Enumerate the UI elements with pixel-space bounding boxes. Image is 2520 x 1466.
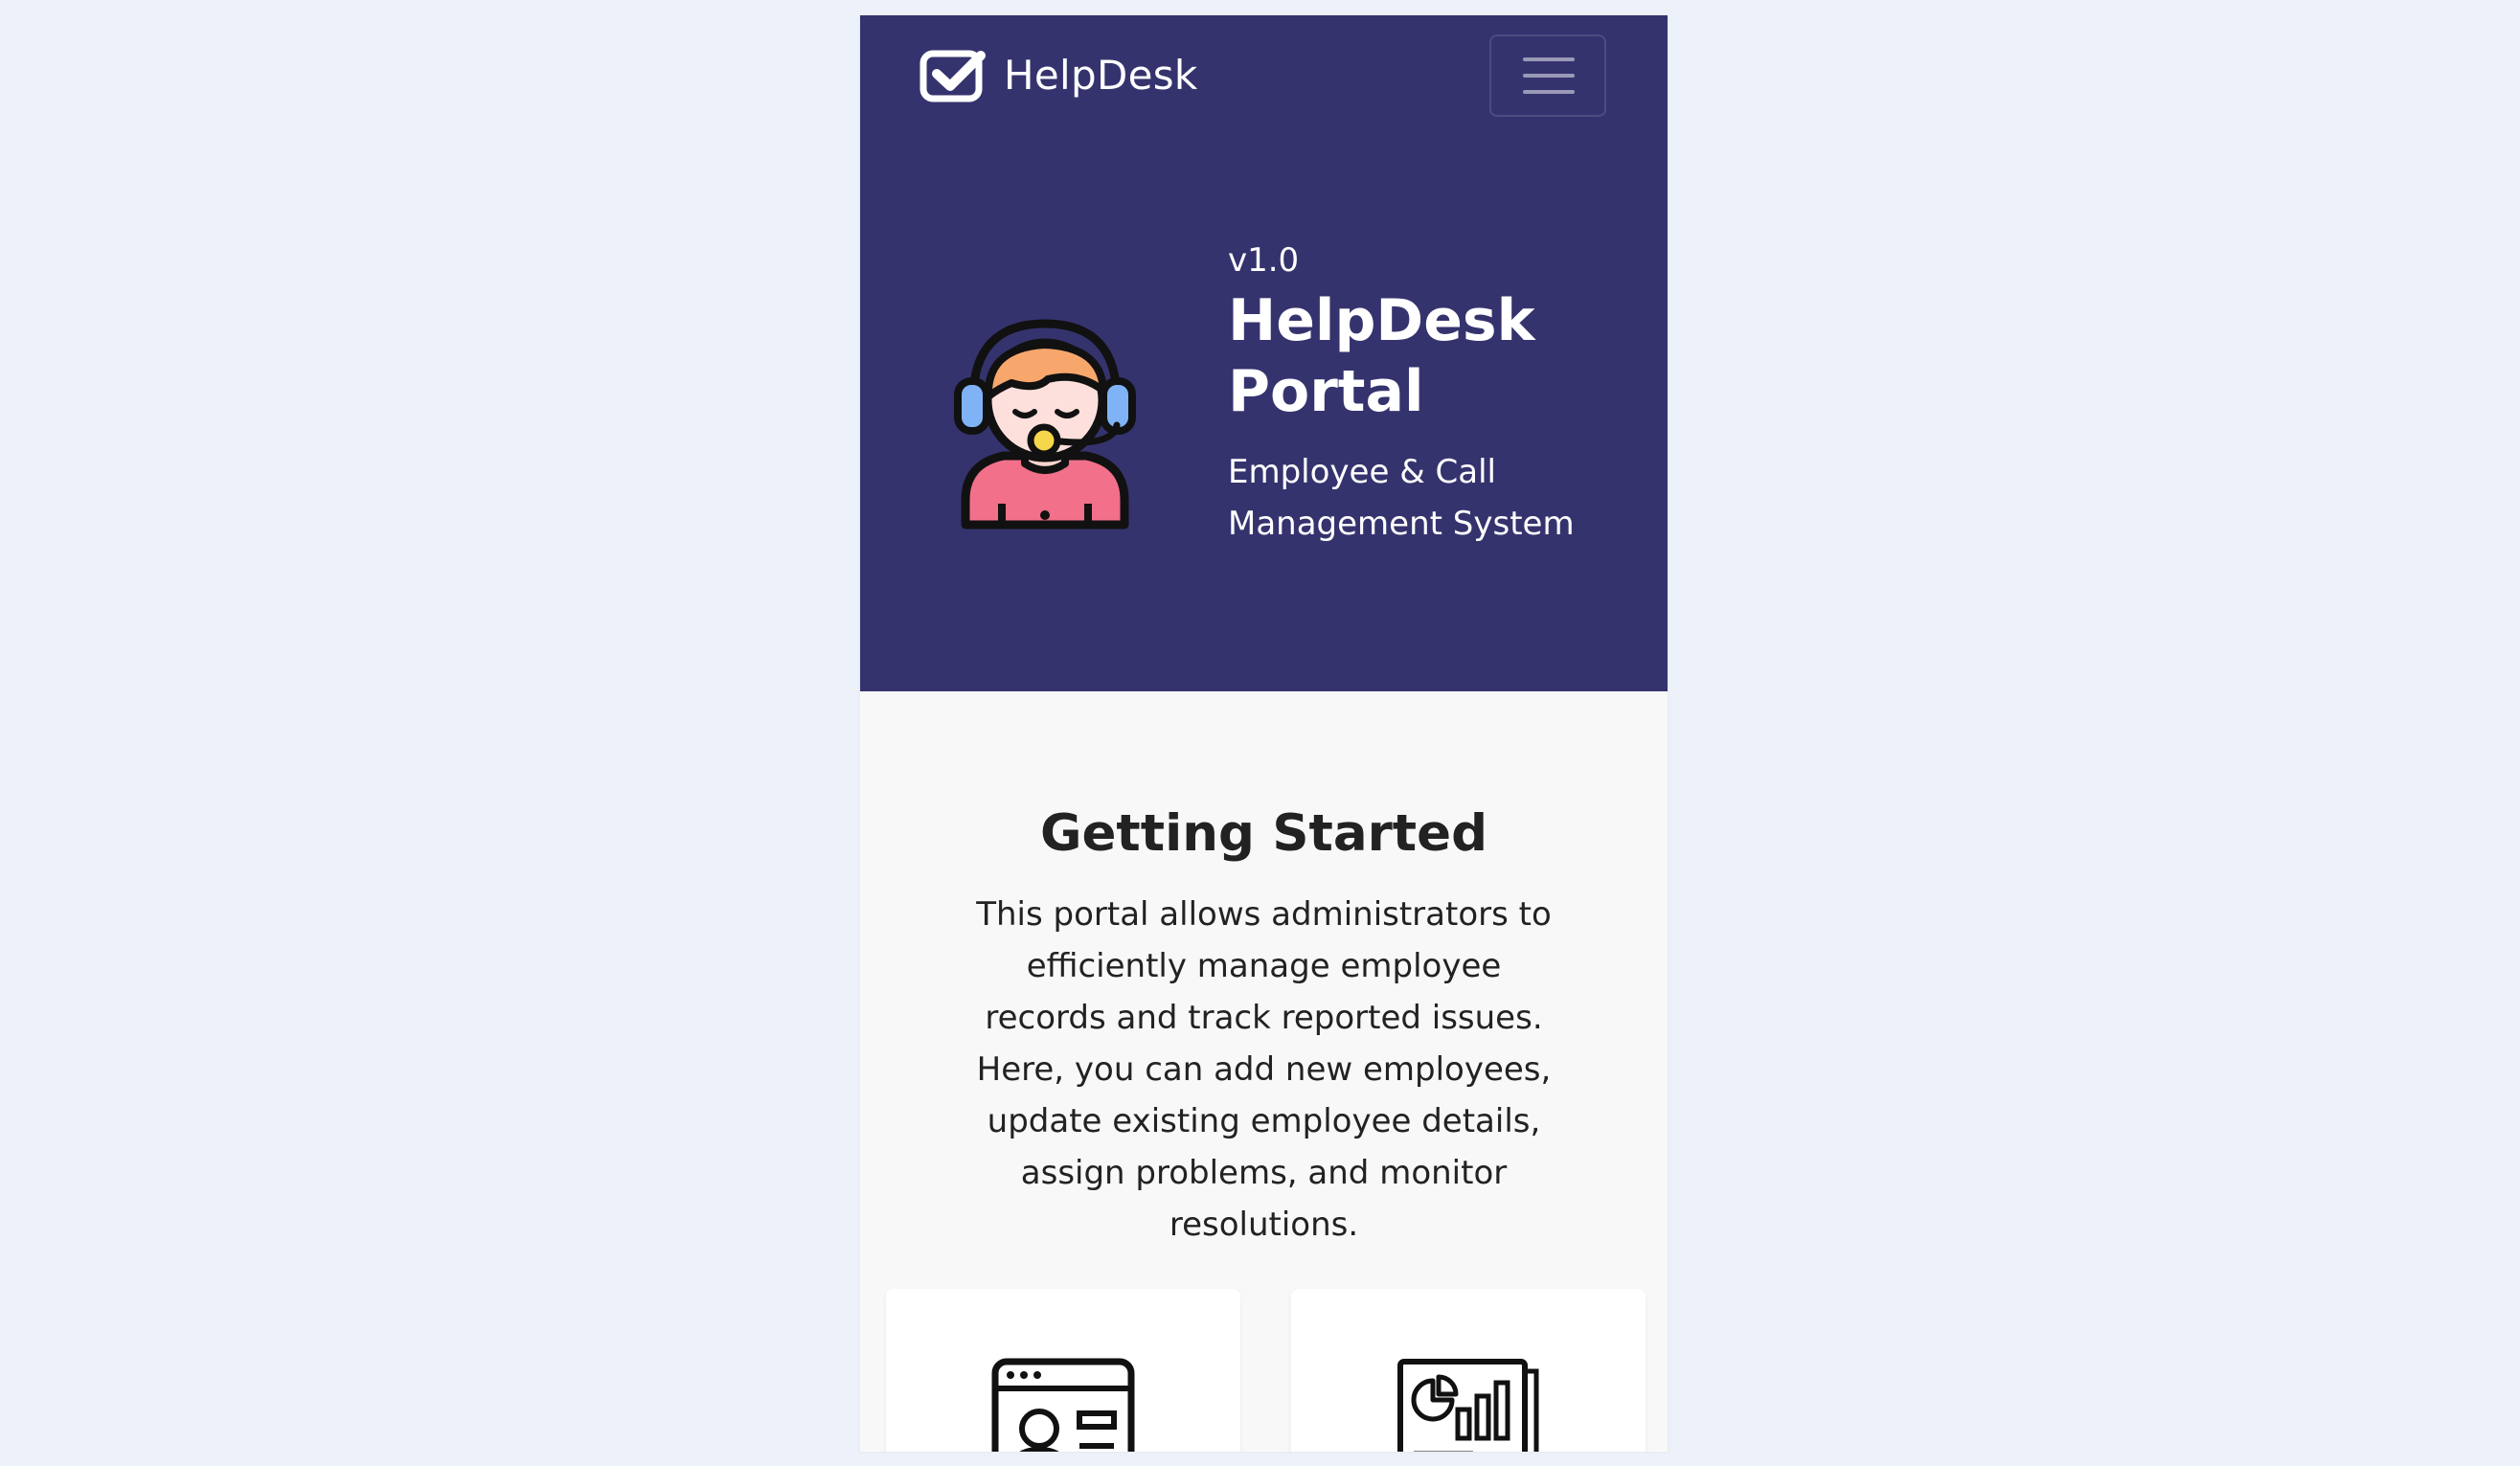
- hero-text-block: v1.0 HelpDesk Portal Employee & Call Man…: [1228, 241, 1630, 550]
- brand-link[interactable]: HelpDesk: [919, 48, 1198, 102]
- analytics-report-document-icon: [1397, 1359, 1539, 1452]
- hero-banner: v1.0 HelpDesk Portal Employee & Call Man…: [860, 138, 1668, 691]
- hero-title: HelpDesk Portal: [1228, 287, 1535, 425]
- checkbox-check-icon: [919, 50, 986, 102]
- version-label: v1.0: [1228, 241, 1300, 280]
- menu-toggle-button[interactable]: [1489, 34, 1606, 117]
- support-agent-headset-icon: [954, 319, 1136, 530]
- section-description: This portal allows administrators to eff…: [976, 895, 1552, 1244]
- brand-name: HelpDesk: [1004, 52, 1198, 99]
- section-title: Getting Started: [1039, 804, 1488, 863]
- employee-id-card-window-icon: [991, 1358, 1135, 1452]
- app-viewport: HelpDesk v1.0 HelpDesk Portal Employee &…: [860, 15, 1668, 1452]
- feature-card-employees[interactable]: [886, 1289, 1240, 1452]
- feature-card-reports[interactable]: [1291, 1289, 1646, 1452]
- top-navbar: HelpDesk: [860, 15, 1668, 138]
- hero-subtitle: Employee & Call Management System: [1228, 453, 1575, 543]
